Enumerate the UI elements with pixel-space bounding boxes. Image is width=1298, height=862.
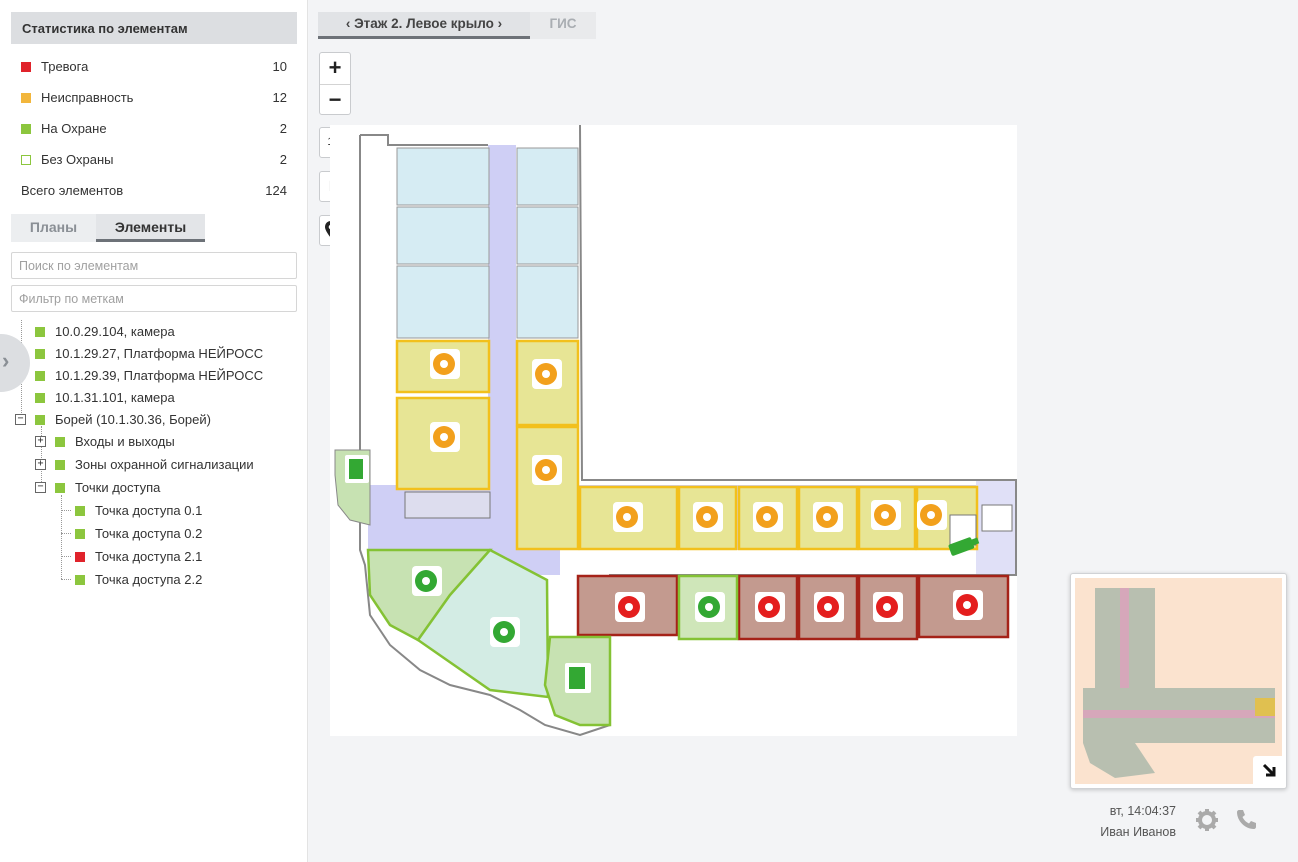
phone-icon[interactable] [1235,808,1257,830]
floor-plan[interactable] [330,125,1017,736]
status-icon [75,552,85,562]
stat-count: 10 [272,59,287,74]
stat-count: 2 [279,121,287,136]
status-icon [55,483,65,493]
stat-total-label: Всего элементов [21,183,124,198]
tree-item-label: Входы и выходы [75,434,175,449]
tree-item-label: Точка доступа 0.1 [95,503,203,518]
stat-alarm[interactable]: Тревога 10 [21,58,288,76]
status-icon [35,415,45,425]
tree-item-label: 10.1.31.101, камера [55,390,175,405]
zoom-in-button[interactable]: + [320,53,350,84]
tab-gis[interactable]: ГИС [530,12,596,39]
search-input[interactable] [11,252,297,279]
stat-label: Тревога [41,59,89,74]
armed-status-icon [21,124,31,134]
minimap[interactable] [1070,573,1287,789]
user-name[interactable]: Иван Иванов [1100,825,1176,839]
tab-elements[interactable]: Элементы [96,214,205,242]
stat-fault[interactable]: Неисправность 12 [21,89,288,107]
tree-item-label: 10.1.29.39, Платформа НЕЙРОСС [55,368,264,383]
stat-disarmed[interactable]: Без Охраны 2 [21,151,288,169]
expand-icon[interactable]: + [35,459,46,470]
panel-tabs: Планы Элементы [11,214,297,242]
arrow-down-right-icon [1262,763,1275,777]
zoom-controls: + − [319,52,351,115]
tag-filter-input[interactable] [11,285,297,312]
tree-connector [61,556,71,557]
status-icon [35,371,45,381]
alarm-status-icon [21,62,31,72]
expand-icon[interactable]: + [35,436,46,447]
map-area[interactable]: ‹ Этаж 2. Левое крыло › ГИС + − 1:1 ⇱ вт… [309,0,1298,862]
status-icon [55,437,65,447]
status-icon [35,393,45,403]
stat-armed[interactable]: На Охране 2 [21,120,288,138]
status-icon [75,506,85,516]
tab-plans[interactable]: Планы [11,214,96,242]
tree-item-label: Точки доступа [75,480,161,495]
status-icon [75,575,85,585]
disarmed-status-icon [21,155,31,165]
minimap-view[interactable] [1075,578,1282,784]
expand-minimap-button[interactable] [1253,756,1286,788]
status-icon [35,327,45,337]
stat-count: 12 [272,90,287,105]
stat-label: Без Охраны [41,152,114,167]
tree-item-label: Зоны охранной сигнализации [75,457,254,472]
tree-connector [61,579,71,580]
tree-item-label: 10.0.29.104, камера [55,324,175,339]
tree-connector [61,495,62,579]
tree-item-label: Точка доступа 2.1 [95,549,203,564]
collapse-panel-button[interactable]: › [0,334,30,392]
tree-item-label: 10.1.29.27, Платформа НЕЙРОСС [55,346,264,361]
left-panel: Статистика по элементам Тревога 10 Неисп… [0,0,308,862]
status-icon [35,349,45,359]
tree-item-label: Точка доступа 0.2 [95,526,203,541]
tree-item-label: Точка доступа 2.2 [95,572,203,587]
floor-selector-tab[interactable]: ‹ Этаж 2. Левое крыло › [318,12,530,39]
stat-label: Неисправность [41,90,134,105]
tree-connector [61,533,71,534]
clock: вт, 14:04:37 [1109,804,1176,818]
fault-status-icon [21,93,31,103]
stat-label: На Охране [41,121,107,136]
status-icon [75,529,85,539]
status-icon [55,460,65,470]
stat-count: 2 [279,152,287,167]
stat-total-count: 124 [265,183,287,198]
tree-connector [61,510,71,511]
gear-icon[interactable] [1195,808,1219,832]
minimap-plan [1083,588,1275,778]
stat-total: Всего элементов 124 [21,182,288,200]
collapse-icon[interactable]: − [15,414,26,425]
collapse-icon[interactable]: − [35,482,46,493]
tree-item-label: Борей (10.1.30.36, Борей) [55,412,211,427]
zoom-out-button[interactable]: − [320,84,350,115]
stats-title: Статистика по элементам [11,12,297,44]
